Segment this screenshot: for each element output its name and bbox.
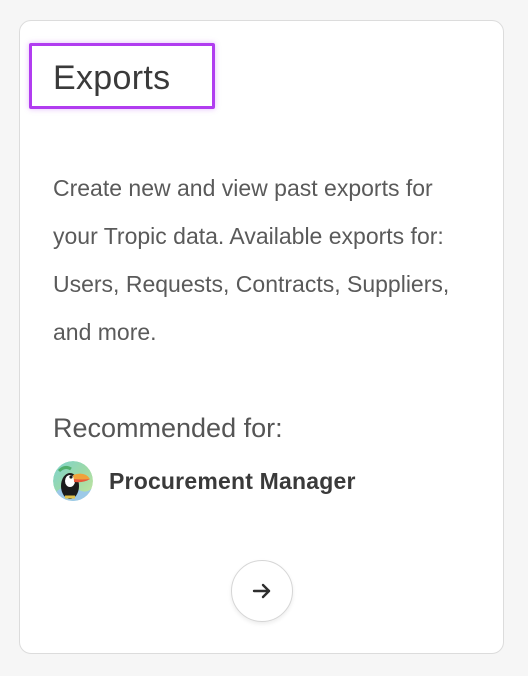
- toucan-avatar-icon: [53, 461, 93, 501]
- card-title: Exports: [53, 59, 171, 97]
- persona-row: Procurement Manager: [53, 461, 356, 501]
- exports-card[interactable]: Exports Create new and view past exports…: [19, 20, 504, 654]
- arrow-right-icon: [252, 583, 271, 599]
- open-exports-button[interactable]: [231, 560, 293, 622]
- persona-name: Procurement Manager: [109, 467, 356, 494]
- recommended-for-label: Recommended for:: [53, 413, 283, 443]
- card-description: Create new and view past exports for you…: [53, 175, 450, 345]
